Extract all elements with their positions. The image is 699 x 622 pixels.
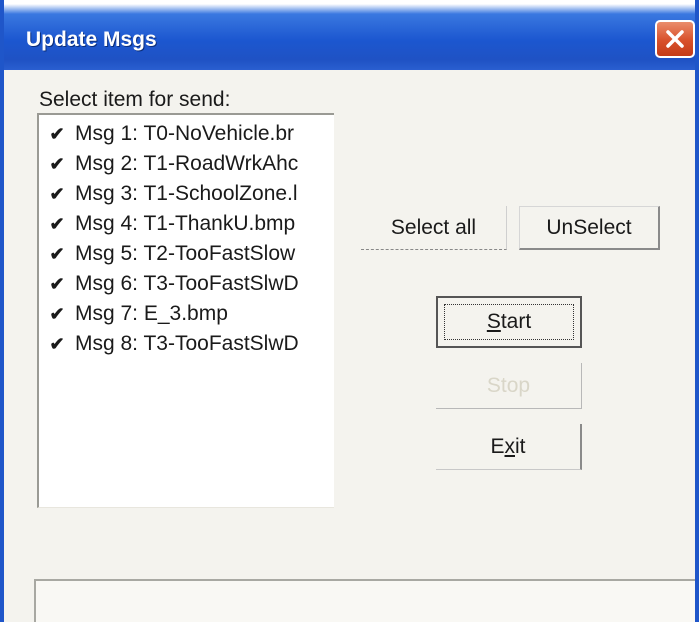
exit-mnemonic: x bbox=[504, 434, 516, 458]
list-item-msg-8[interactable]: ✔ Msg 8: T3-TooFastSlwD bbox=[47, 329, 299, 359]
close-x-icon bbox=[666, 30, 684, 48]
start-label-rest: tart bbox=[500, 310, 532, 333]
message-checklist[interactable]: ✔ Msg 1: T0-NoVehicle.br ✔ Msg 2: T1-Roa… bbox=[37, 113, 334, 508]
unselect-button[interactable]: UnSelect bbox=[519, 206, 660, 250]
list-item-label: Msg 1: T0-NoVehicle.br bbox=[75, 122, 295, 145]
checkmark-icon[interactable]: ✔ bbox=[47, 304, 67, 325]
exit-label-rest: it bbox=[515, 434, 526, 458]
list-item-label: Msg 5: T2-TooFastSlow bbox=[75, 242, 296, 265]
select-all-button[interactable]: Select all bbox=[361, 206, 507, 250]
exit-label-start: E bbox=[490, 434, 505, 458]
list-item-msg-6[interactable]: ✔ Msg 6: T3-TooFastSlwD bbox=[47, 269, 299, 299]
checkmark-icon[interactable]: ✔ bbox=[47, 184, 67, 205]
list-item-label: Msg 4: T1-ThankU.bmp bbox=[75, 212, 296, 235]
list-item-msg-5[interactable]: ✔ Msg 5: T2-TooFastSlow bbox=[47, 239, 295, 269]
list-item-msg-4[interactable]: ✔ Msg 4: T1-ThankU.bmp bbox=[47, 209, 295, 239]
list-item-msg-7[interactable]: ✔ Msg 7: E_3.bmp bbox=[47, 299, 228, 329]
list-item-msg-2[interactable]: ✔ Msg 2: T1-RoadWrkAhc bbox=[47, 149, 298, 179]
list-item-msg-1[interactable]: ✔ Msg 1: T0-NoVehicle.br bbox=[47, 119, 294, 149]
start-mnemonic: S bbox=[486, 310, 501, 333]
checkmark-icon[interactable]: ✔ bbox=[47, 124, 67, 145]
list-item-label: Msg 6: T3-TooFastSlwD bbox=[75, 272, 299, 295]
stop-button-disabled: Stop bbox=[436, 363, 582, 409]
list-item-label: Msg 2: T1-RoadWrkAhc bbox=[75, 152, 299, 175]
list-item-label: Msg 8: T3-TooFastSlwD bbox=[75, 332, 299, 355]
list-label: Select item for send: bbox=[39, 88, 231, 111]
status-field bbox=[34, 579, 695, 622]
start-button[interactable]: Start bbox=[436, 296, 582, 348]
title-bar[interactable]: Update Msgs bbox=[4, 0, 695, 70]
list-item-msg-3[interactable]: ✔ Msg 3: T1-SchoolZone.l bbox=[47, 179, 298, 209]
start-button-focus-ring: Start bbox=[444, 304, 574, 340]
checkmark-icon[interactable]: ✔ bbox=[47, 244, 67, 265]
window-title: Update Msgs bbox=[26, 28, 157, 51]
checkmark-icon[interactable]: ✔ bbox=[47, 274, 67, 295]
checkmark-icon[interactable]: ✔ bbox=[47, 214, 67, 235]
exit-button[interactable]: Ex it bbox=[436, 424, 582, 470]
update-msgs-dialog: Update Msgs Select item for send: ✔ Msg … bbox=[0, 0, 699, 622]
list-item-label: Msg 3: T1-SchoolZone.l bbox=[75, 182, 298, 205]
list-item-label: Msg 7: E_3.bmp bbox=[75, 302, 228, 325]
checkmark-icon[interactable]: ✔ bbox=[47, 334, 67, 355]
close-button[interactable] bbox=[655, 20, 695, 58]
checkmark-icon[interactable]: ✔ bbox=[47, 154, 67, 175]
